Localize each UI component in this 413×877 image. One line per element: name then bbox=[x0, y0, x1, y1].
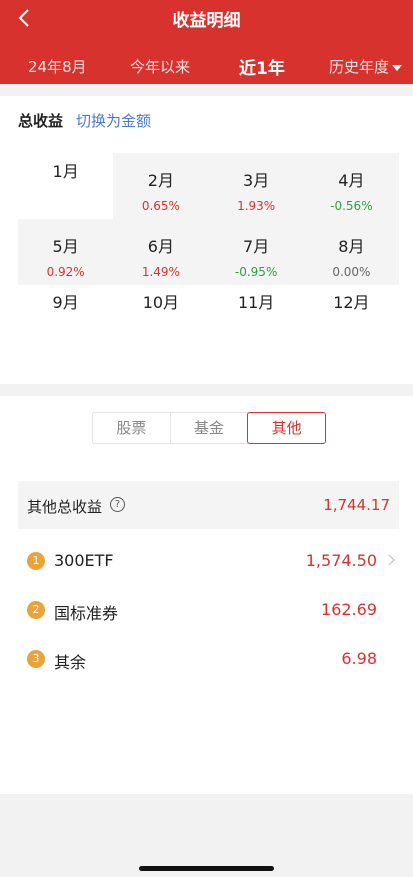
segment-stocks[interactable]: 股票 bbox=[93, 413, 171, 443]
month-return: 1.93% bbox=[237, 199, 276, 213]
tab-history-year[interactable]: 历史年度 bbox=[329, 56, 403, 77]
item-name: 国标准券 bbox=[54, 604, 119, 623]
month-cell[interactable]: 3月 1.93% bbox=[208, 153, 304, 219]
month-label: 1月 bbox=[52, 162, 79, 181]
month-cell[interactable]: 1月 bbox=[18, 153, 114, 219]
month-return: -0.56% bbox=[330, 199, 373, 213]
segment-funds[interactable]: 基金 bbox=[171, 413, 249, 443]
month-cell[interactable]: 9月 bbox=[18, 285, 114, 325]
item-value: 6.98 bbox=[341, 649, 377, 668]
other-total-value: 1,744.17 bbox=[323, 496, 390, 514]
month-label: 5月 bbox=[52, 237, 79, 256]
segment-other[interactable]: 其他 bbox=[247, 412, 327, 444]
month-label: 12月 bbox=[333, 293, 370, 312]
list-item[interactable]: 1 300ETF 1,574.50 bbox=[18, 542, 399, 582]
home-indicator bbox=[139, 866, 274, 871]
period-tabs: 24年8月 今年以来 近1年 历史年度 bbox=[0, 50, 413, 84]
month-cell[interactable]: 5月 0.92% bbox=[18, 219, 114, 285]
month-label: 2月 bbox=[147, 171, 174, 190]
top-header: 收益明细 24年8月 今年以来 近1年 历史年度 bbox=[0, 0, 413, 84]
month-cell[interactable]: 8月 0.00% bbox=[303, 219, 399, 285]
item-value: 162.69 bbox=[321, 600, 377, 619]
item-value: 1,574.50 bbox=[305, 551, 377, 570]
month-label: 6月 bbox=[147, 237, 174, 256]
tab-24-aug[interactable]: 24年8月 bbox=[28, 56, 87, 77]
month-label: 8月 bbox=[338, 237, 365, 256]
month-return: 0.00% bbox=[332, 265, 371, 279]
rank-badge: 2 bbox=[27, 601, 45, 619]
switch-to-amount-link[interactable]: 切换为金额 bbox=[76, 110, 151, 131]
month-cell[interactable]: 11月 bbox=[208, 285, 304, 325]
month-label: 3月 bbox=[243, 171, 270, 190]
item-name: 300ETF bbox=[54, 551, 114, 570]
page-title: 收益明细 bbox=[172, 11, 241, 31]
month-cell[interactable]: 10月 bbox=[113, 285, 209, 325]
month-label: 11月 bbox=[237, 293, 275, 312]
tab-ytd[interactable]: 今年以来 bbox=[130, 56, 190, 77]
month-return: 0.92% bbox=[46, 265, 85, 279]
month-cell[interactable]: 12月 bbox=[303, 285, 399, 325]
question-circle-icon[interactable]: ? bbox=[110, 497, 125, 512]
rank-badge: 1 bbox=[27, 552, 45, 570]
tab-history-label: 历史年度 bbox=[329, 58, 390, 76]
chevron-right-icon bbox=[383, 554, 395, 566]
month-return: 0.65% bbox=[141, 199, 180, 213]
other-total-label: 其他总收益 bbox=[27, 498, 103, 516]
month-cell[interactable]: 4月 -0.56% bbox=[303, 153, 399, 219]
month-return: -0.95% bbox=[234, 265, 278, 279]
month-label: 10月 bbox=[142, 293, 180, 312]
month-cell[interactable]: 2月 0.65% bbox=[113, 153, 209, 219]
month-return: 1.49% bbox=[141, 265, 180, 279]
month-cell[interactable]: 6月 1.49% bbox=[113, 219, 209, 285]
month-cell[interactable]: 7月 -0.95% bbox=[208, 219, 304, 285]
month-label: 9月 bbox=[52, 293, 79, 312]
list-item: 3 其余 6.98 bbox=[18, 640, 399, 680]
month-label: 7月 bbox=[243, 237, 270, 256]
caret-down-icon bbox=[392, 64, 403, 71]
rank-badge: 3 bbox=[27, 650, 45, 668]
breakdown-panel: 股票 基金 其他 其他总收益 ? 1,744.17 1 300ETF 1,574… bbox=[0, 396, 413, 794]
monthly-returns-panel: 总收益 切换为金额 1月 2月 0.65% 3月 1.93% 4月 -0.56%… bbox=[0, 96, 413, 384]
other-total-row: 其他总收益 ? 1,744.17 bbox=[18, 481, 399, 529]
asset-type-segment: 股票 基金 其他 bbox=[92, 412, 327, 444]
month-label: 4月 bbox=[338, 171, 365, 190]
section-title: 总收益 bbox=[18, 112, 64, 130]
list-item: 2 国标准券 162.69 bbox=[18, 591, 399, 631]
item-name: 其余 bbox=[54, 653, 87, 672]
tab-last-year[interactable]: 近1年 bbox=[239, 54, 285, 79]
